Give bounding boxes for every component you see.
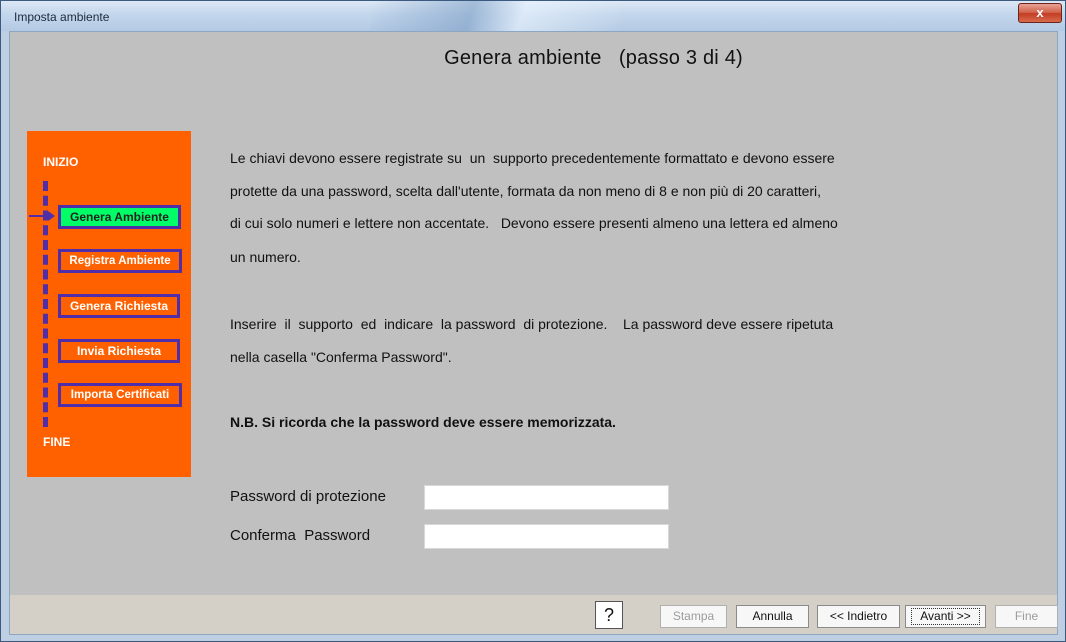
- password-label: Password di protezione: [230, 488, 386, 505]
- next-button-label: Avanti >>: [911, 608, 980, 625]
- steps-end-label: FINE: [43, 435, 71, 449]
- wizard-window: Imposta ambiente x Genera ambiente (pass…: [0, 0, 1066, 642]
- confirm-password-input[interactable]: [424, 524, 669, 549]
- step-invia-richiesta: Invia Richiesta: [58, 339, 180, 363]
- steps-start-label: INIZIO: [43, 155, 79, 169]
- close-button[interactable]: x: [1018, 3, 1062, 23]
- step-genera-richiesta: Genera Richiesta: [58, 294, 180, 318]
- page-title: Genera ambiente (passo 3 di 4): [444, 47, 743, 69]
- password-input[interactable]: [424, 485, 669, 510]
- window-title: Imposta ambiente: [14, 10, 110, 24]
- step-genera-ambiente: Genera Ambiente: [58, 205, 181, 229]
- instruction-line: Inserire il supporto ed indicare la pass…: [230, 316, 834, 332]
- instruction-line: di cui solo numeri e lettere non accenta…: [230, 215, 838, 231]
- wizard-content: Genera ambiente (passo 3 di 4) INIZIO Ge…: [9, 31, 1058, 635]
- title-bar-glow: [371, 1, 621, 31]
- password-memo-note: N.B. Si ricorda che la password deve ess…: [230, 414, 616, 430]
- step-registra-ambiente: Registra Ambiente: [58, 249, 182, 273]
- next-button[interactable]: Avanti >>: [905, 605, 986, 628]
- instruction-line: nella casella "Conferma Password".: [230, 349, 452, 365]
- finish-button[interactable]: Fine: [995, 605, 1058, 628]
- back-button[interactable]: << Indietro: [817, 605, 900, 628]
- instruction-line: un numero.: [230, 249, 301, 265]
- instruction-line: protette da una password, scelta dall'ut…: [230, 183, 822, 199]
- confirm-password-label: Conferma Password: [230, 527, 371, 544]
- button-bar: ? Stampa Annulla << Indietro Avanti >> F…: [10, 595, 1058, 634]
- step-importa-certificati: Importa Certificati: [58, 383, 182, 407]
- instruction-line: Le chiavi devono essere registrate su un…: [230, 150, 835, 166]
- cancel-button[interactable]: Annulla: [736, 605, 809, 628]
- title-bar: Imposta ambiente x: [1, 1, 1065, 31]
- steps-panel: INIZIO Genera Ambiente Registra Ambiente…: [27, 131, 191, 477]
- print-button[interactable]: Stampa: [660, 605, 727, 628]
- help-button[interactable]: ?: [595, 601, 623, 629]
- current-step-arrow-head: [48, 211, 55, 221]
